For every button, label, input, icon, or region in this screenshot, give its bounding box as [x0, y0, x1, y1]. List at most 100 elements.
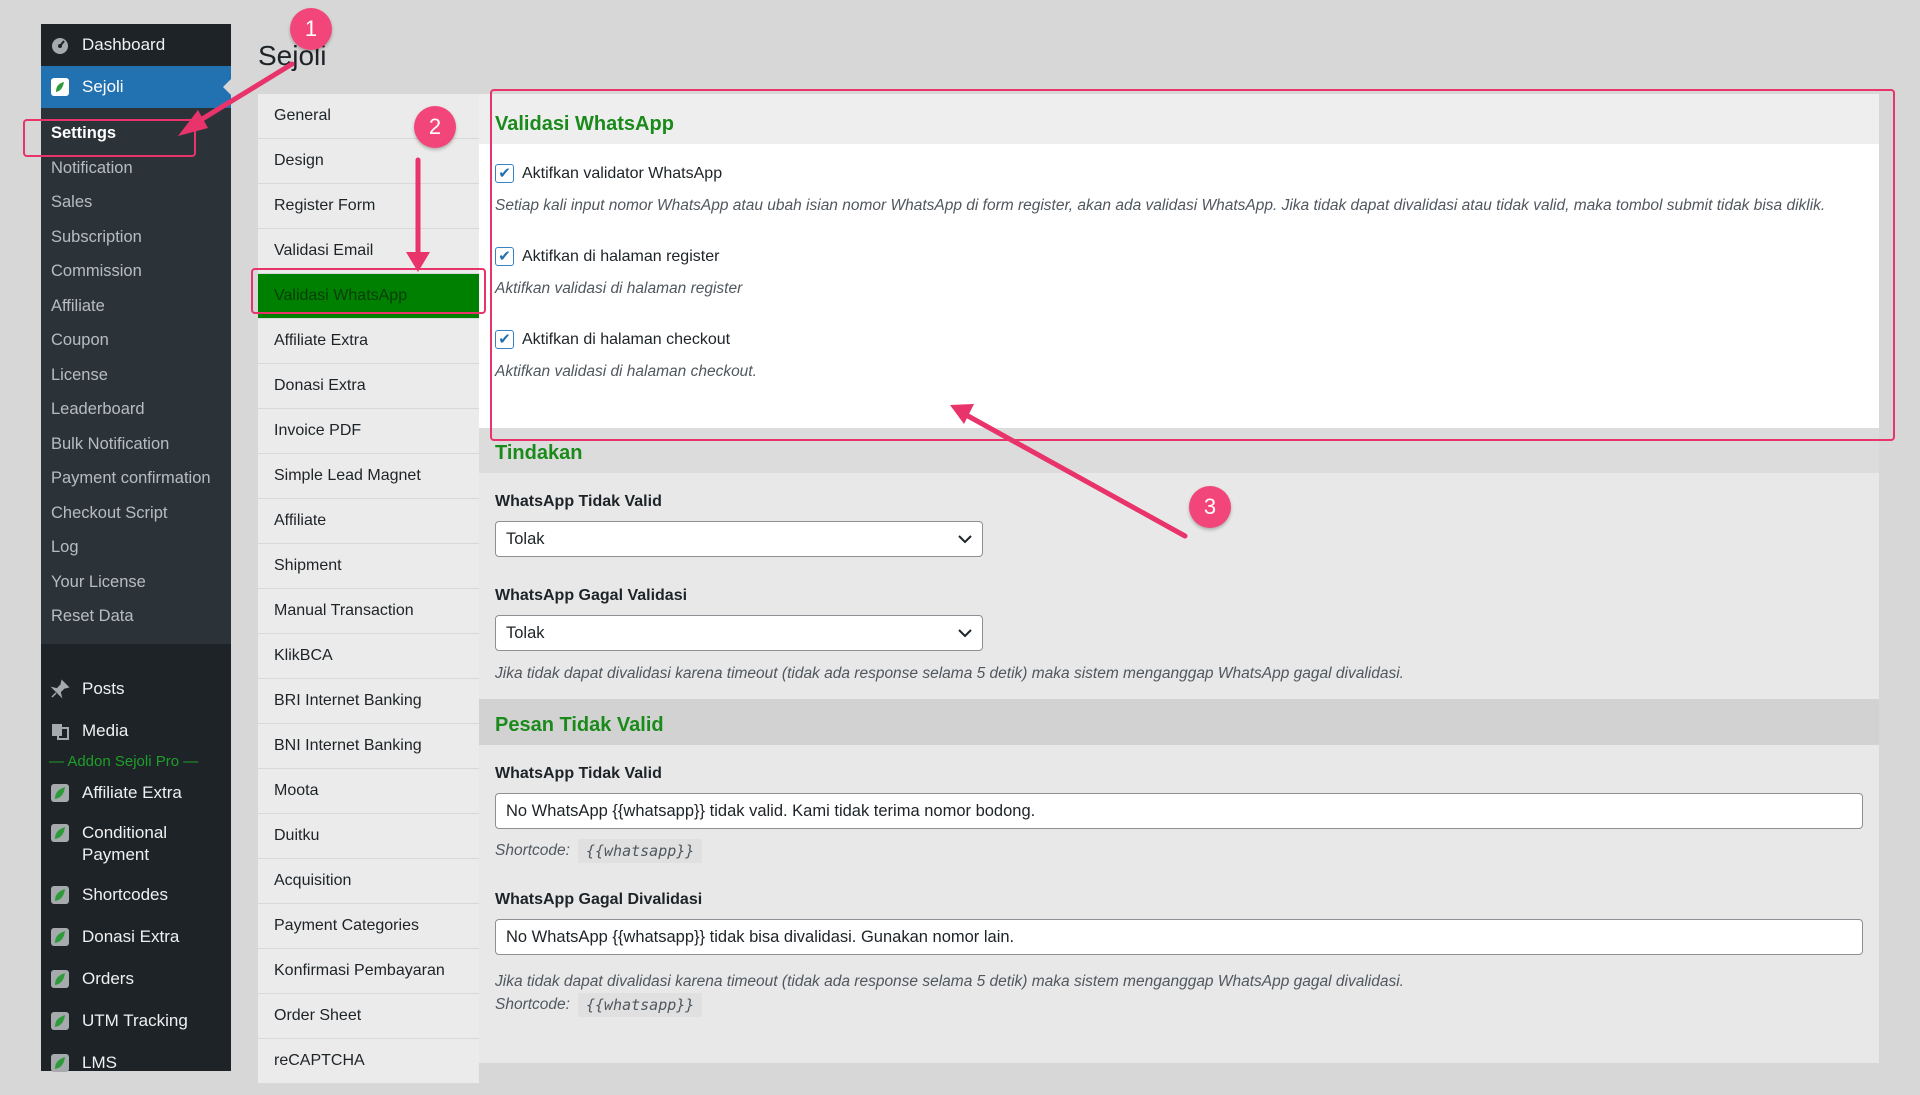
sejoli-submenu: Settings Notification Sales Subscription… [41, 108, 231, 644]
register-checkbox[interactable]: ✔ [495, 247, 514, 266]
menu-utm-tracking[interactable]: UTM Tracking [41, 1000, 231, 1042]
input-value: No WhatsApp {{whatsapp}} tidak valid. Ka… [506, 801, 1036, 820]
select-value: Tolak [506, 623, 545, 642]
pesan-panel: WhatsApp Tidak Valid No WhatsApp {{whats… [479, 745, 1879, 1063]
sejoli-addon-icon [49, 782, 71, 804]
admin-sidebar: Dashboard Sejoli Settings Notification S… [41, 24, 231, 1072]
tab-register-form[interactable]: Register Form [258, 184, 479, 229]
sejoli-addon-icon [49, 884, 71, 906]
section-title: Tindakan [495, 442, 583, 464]
tab-simple-lead-magnet[interactable]: Simple Lead Magnet [258, 454, 479, 499]
register-row: ✔ Aktifkan di halaman register [495, 217, 1863, 266]
menu-label: Sejoli [82, 77, 124, 96]
chevron-down-icon [958, 530, 972, 549]
submenu-sales[interactable]: Sales [41, 185, 231, 220]
tab-order-sheet[interactable]: Order Sheet [258, 994, 479, 1039]
annotation-badge-2: 2 [414, 106, 456, 148]
failed-action-note: Jika tidak dapat divalidasi karena timeo… [495, 665, 1404, 682]
menu-label: Affiliate Extra [82, 782, 182, 802]
menu-donasi-extra[interactable]: Donasi Extra [41, 916, 231, 958]
tab-konfirmasi-pembayaran[interactable]: Konfirmasi Pembayaran [258, 949, 479, 994]
shortcode-row: Shortcode: {{whatsapp}} [495, 839, 1863, 863]
select-value: Tolak [506, 529, 545, 548]
submenu-bulk-notification[interactable]: Bulk Notification [41, 427, 231, 462]
sejoli-addon-icon [49, 968, 71, 990]
menu-label: Shortcodes [82, 884, 168, 904]
submenu-your-license[interactable]: Your License [41, 565, 231, 600]
enable-validator-row: ✔ Aktifkan validator WhatsApp [495, 144, 1863, 183]
failed-action-select[interactable]: Tolak [495, 615, 983, 651]
menu-shortcodes[interactable]: Shortcodes [41, 874, 231, 916]
sejoli-addon-icon [49, 926, 71, 948]
dashboard-icon [49, 34, 71, 56]
tab-manual-transaction[interactable]: Manual Transaction [258, 589, 479, 634]
tab-duitku[interactable]: Duitku [258, 814, 479, 859]
menu-media[interactable]: Media [41, 710, 231, 752]
tab-acquisition[interactable]: Acquisition [258, 859, 479, 904]
tindakan-panel: WhatsApp Tidak Valid Tolak WhatsApp Gaga… [479, 473, 1879, 699]
tab-moota[interactable]: Moota [258, 769, 479, 814]
tab-design[interactable]: Design [258, 139, 479, 184]
tab-donasi-extra[interactable]: Donasi Extra [258, 364, 479, 409]
menu-orders[interactable]: Orders [41, 958, 231, 1000]
submenu-affiliate[interactable]: Affiliate [41, 289, 231, 324]
menu-dashboard[interactable]: Dashboard [41, 24, 231, 66]
checkout-label: Aktifkan di halaman checkout [522, 330, 731, 348]
menu-label: Orders [82, 968, 134, 988]
invalid-action-select[interactable]: Tolak [495, 521, 983, 557]
submenu-reset-data[interactable]: Reset Data [41, 599, 231, 634]
submenu-commission[interactable]: Commission [41, 254, 231, 289]
checkout-checkbox[interactable]: ✔ [495, 330, 514, 349]
submenu-log[interactable]: Log [41, 530, 231, 565]
tab-invoice-pdf[interactable]: Invoice PDF [258, 409, 479, 454]
submenu-notification[interactable]: Notification [41, 151, 231, 186]
sejoli-addon-icon [49, 1052, 71, 1074]
tab-bri-internet-banking[interactable]: BRI Internet Banking [258, 679, 479, 724]
invalid-message-label: WhatsApp Tidak Valid [495, 765, 662, 782]
tab-bni-internet-banking[interactable]: BNI Internet Banking [258, 724, 479, 769]
enable-validator-desc: Setiap kali input nomor WhatsApp atau ub… [495, 197, 1826, 214]
enable-validator-checkbox[interactable]: ✔ [495, 164, 514, 183]
tab-shipment[interactable]: Shipment [258, 544, 479, 589]
submenu-subscription[interactable]: Subscription [41, 220, 231, 255]
menu-sejoli[interactable]: Sejoli [41, 66, 231, 108]
section-title: Validasi WhatsApp [495, 113, 674, 135]
menu-label: Conditional Payment [82, 822, 168, 864]
menu-posts[interactable]: Posts [41, 668, 231, 710]
register-label: Aktifkan di halaman register [522, 247, 720, 265]
tab-affiliate[interactable]: Affiliate [258, 499, 479, 544]
shortcode-value: {{whatsapp}} [577, 839, 703, 863]
checkout-desc: Aktifkan validasi di halaman checkout. [495, 363, 757, 380]
media-icon [49, 720, 71, 742]
settings-tabs: General Design Register Form Validasi Em… [258, 94, 479, 1084]
checkout-row: ✔ Aktifkan di halaman checkout [495, 300, 1863, 349]
submenu-settings[interactable]: Settings [41, 116, 231, 151]
chevron-down-icon [958, 624, 972, 643]
menu-label: Dashboard [82, 35, 166, 54]
menu-separator [41, 644, 231, 668]
submenu-coupon[interactable]: Coupon [41, 323, 231, 358]
menu-label: Posts [82, 678, 125, 698]
tab-validasi-whatsapp[interactable]: Validasi WhatsApp [258, 274, 479, 319]
menu-affiliate-extra[interactable]: Affiliate Extra [41, 772, 231, 814]
tab-recaptcha[interactable]: reCAPTCHA [258, 1039, 479, 1084]
invalid-message-input[interactable]: No WhatsApp {{whatsapp}} tidak valid. Ka… [495, 793, 1863, 829]
invalid-action-label: WhatsApp Tidak Valid [495, 493, 662, 510]
sejoli-addon-icon [49, 822, 71, 844]
submenu-checkout-script[interactable]: Checkout Script [41, 496, 231, 531]
tab-affiliate-extra[interactable]: Affiliate Extra [258, 319, 479, 364]
tab-payment-categories[interactable]: Payment Categories [258, 904, 479, 949]
tab-klikbca[interactable]: KlikBCA [258, 634, 479, 679]
submenu-payment-confirmation[interactable]: Payment confirmation [41, 461, 231, 496]
failed-message-input[interactable]: No WhatsApp {{whatsapp}} tidak bisa diva… [495, 919, 1863, 955]
tab-validasi-email[interactable]: Validasi Email [258, 229, 479, 274]
menu-label: LMS [82, 1052, 117, 1072]
sejoli-addon-icon [49, 1010, 71, 1032]
section-header-tindakan: Tindakan [479, 428, 1879, 473]
menu-conditional-payment[interactable]: Conditional Payment [41, 814, 231, 874]
submenu-leaderboard[interactable]: Leaderboard [41, 392, 231, 427]
shortcode-value: {{whatsapp}} [577, 993, 703, 1017]
shortcode-label: Shortcode: [495, 842, 570, 859]
menu-lms[interactable]: LMS [41, 1042, 231, 1084]
submenu-license[interactable]: License [41, 358, 231, 393]
